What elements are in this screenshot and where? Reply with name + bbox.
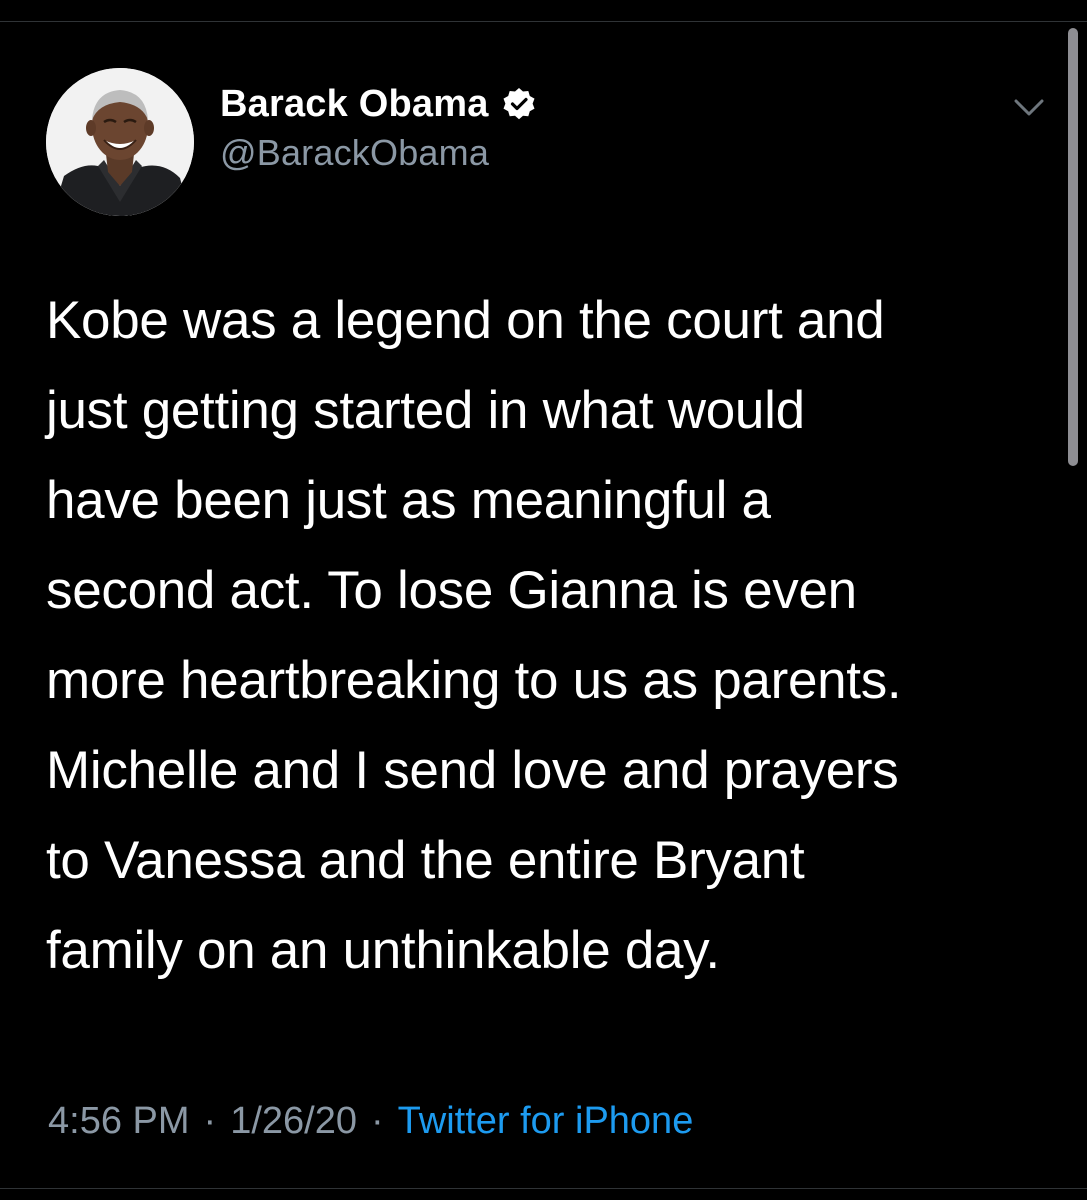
tweet-text: Kobe was a legend on the court and just … [46,291,902,980]
scrollbar[interactable] [1068,28,1078,466]
meta-separator: · [370,1100,384,1142]
author-display-name[interactable]: Barack Obama [220,83,489,126]
chevron-down-icon[interactable] [1012,96,1046,120]
meta-separator: · [203,1100,217,1142]
author-name-row: Barack Obama [220,80,537,128]
avatar[interactable] [46,68,194,216]
verified-badge-icon [501,86,537,122]
tweet-source-link[interactable]: Twitter for iPhone [398,1100,694,1143]
author-handle[interactable]: @BarackObama [220,132,537,174]
avatar-photo [46,68,194,216]
tweet-time[interactable]: 4:56 PM [48,1100,190,1143]
tweet-author[interactable]: Barack Obama @BarackObama [220,80,537,174]
tweet-date[interactable]: 1/26/20 [230,1100,357,1143]
tweet-metadata: 4:56 PM · 1/26/20 · Twitter for iPhone [48,1100,693,1143]
bottom-divider [0,1188,1087,1189]
top-divider [0,0,1087,22]
